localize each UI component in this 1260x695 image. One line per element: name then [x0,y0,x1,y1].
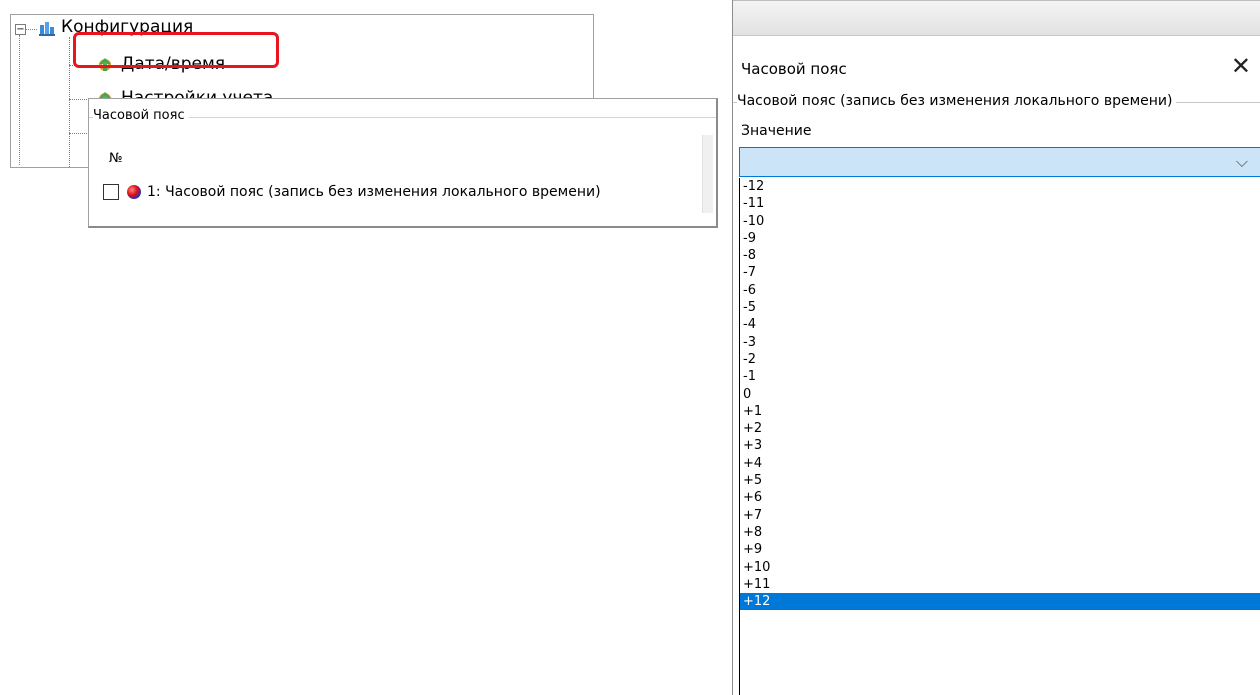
dialog-toolbar [733,0,1260,36]
timezone-option[interactable]: +12 [740,593,1260,611]
timezone-options-list[interactable]: -12 -11 -10 -9 -8 -7 -6 -5 -4 -3 -2 -1 0 +1 +2 +3 +4 +5 +6… [739,178,1260,695]
timezone-dialog: Часовой пояс ✕ Часовой пояс (запись без … [732,0,1260,695]
timezone-option[interactable]: -5 [740,299,1260,316]
timezone-option[interactable]: +9 [740,541,1260,558]
list-item[interactable]: 1: Часовой пояс (запись без изменения ло… [103,181,601,203]
tree-connector [69,37,70,167]
row-label: 1: Часовой пояс (запись без изменения ло… [147,184,601,200]
close-icon[interactable]: ✕ [1231,54,1251,78]
timezone-option[interactable]: +4 [740,455,1260,472]
highlight-box [73,32,279,68]
timezone-option[interactable]: -7 [740,264,1260,281]
dialog-group-label: Часовой пояс (запись без изменения локал… [737,93,1177,109]
timezone-option[interactable]: 0 [740,386,1260,403]
timezone-option[interactable]: -1 [740,368,1260,385]
timezone-option[interactable]: +2 [740,420,1260,437]
timezone-option[interactable]: +11 [740,576,1260,593]
timezone-option[interactable]: +6 [740,489,1260,506]
tree-connector [25,29,37,30]
timezone-option[interactable]: -9 [740,230,1260,247]
configuration-folder-icon [39,22,55,36]
chevron-down-icon[interactable]: ⌵ [1236,152,1248,172]
timezone-option[interactable]: -12 [740,178,1260,195]
timezone-option[interactable]: -2 [740,351,1260,368]
dialog-title: Часовой пояс [741,60,847,78]
timezone-popup: Часовой пояс № 1: Часовой пояс (запись б… [88,98,718,228]
timezone-option[interactable]: -3 [740,334,1260,351]
timezone-option[interactable]: -4 [740,316,1260,333]
column-header-number: № [109,151,123,166]
value-label: Значение [741,123,812,139]
value-combobox[interactable]: ⌵ [739,147,1260,177]
timezone-option[interactable]: +10 [740,559,1260,576]
popup-legend: Часовой пояс [93,108,189,123]
timezone-option[interactable]: -11 [740,195,1260,212]
timezone-option[interactable]: -6 [740,282,1260,299]
timezone-option[interactable]: +5 [740,472,1260,489]
timezone-option[interactable]: -8 [740,247,1260,264]
status-ball-icon [127,185,141,199]
timezone-option[interactable]: +1 [740,403,1260,420]
tree-collapse-toggle[interactable]: − [15,24,26,35]
row-checkbox[interactable] [103,184,119,200]
timezone-option[interactable]: +7 [740,507,1260,524]
timezone-option[interactable]: -10 [740,213,1260,230]
timezone-option[interactable]: +8 [740,524,1260,541]
popup-scrollbar[interactable] [702,135,713,213]
tree-connector [19,35,20,165]
timezone-option[interactable]: +3 [740,437,1260,454]
